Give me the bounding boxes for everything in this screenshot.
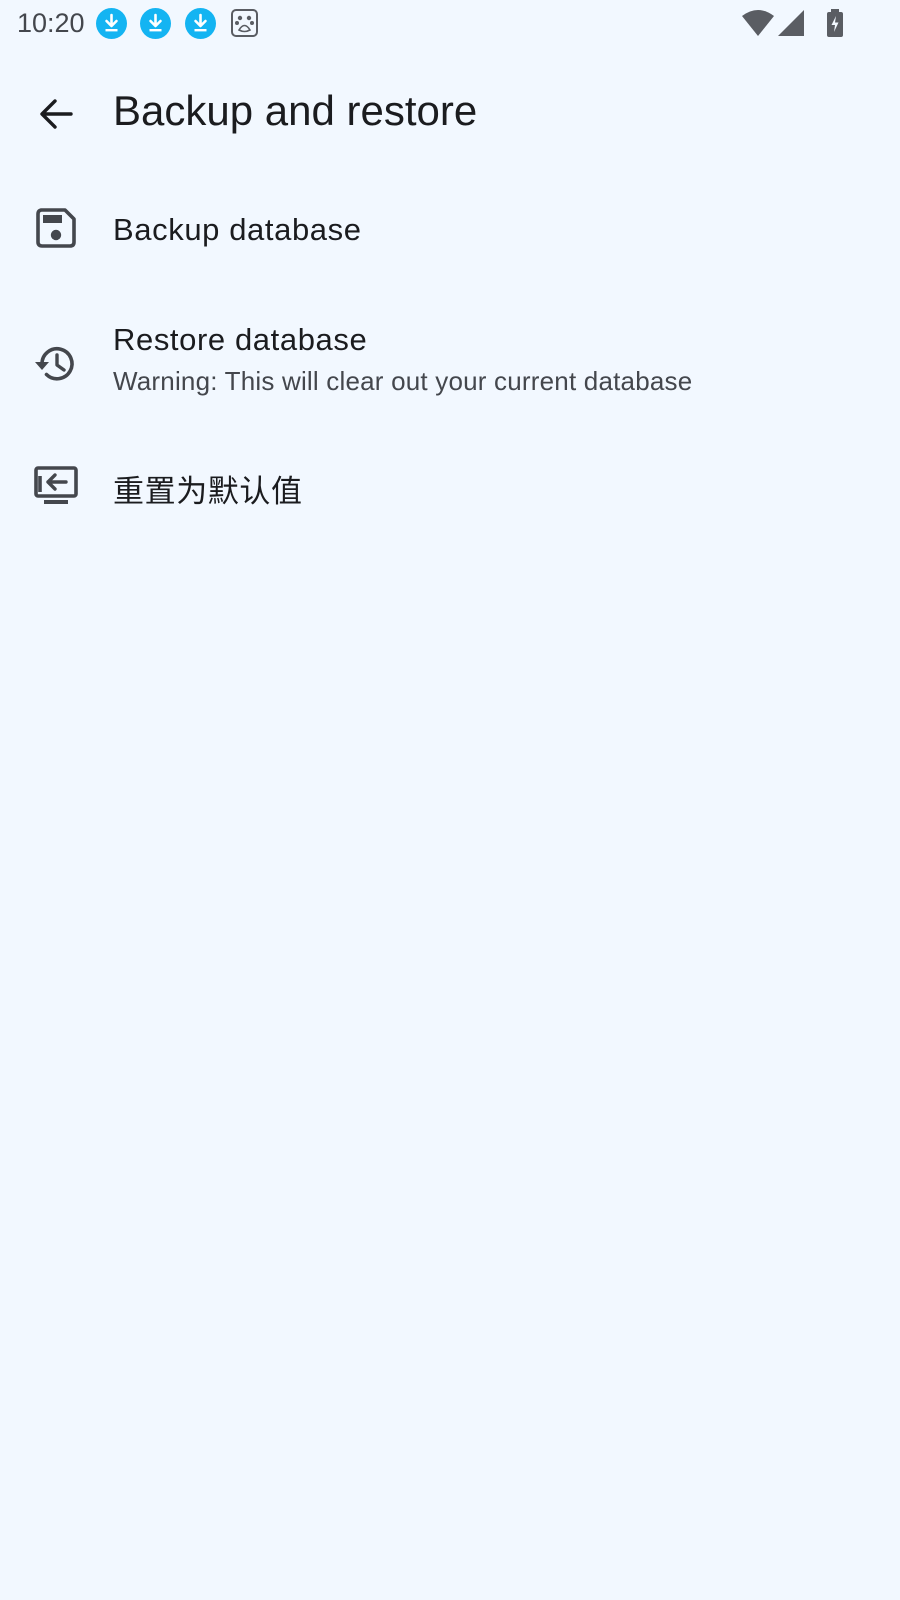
restore-database-item[interactable]: Restore database Warning: This will clea… (0, 300, 900, 424)
page-title: Backup and restore (113, 87, 478, 134)
restore-database-title: Restore database (113, 322, 368, 357)
baidu-icon (231, 9, 258, 37)
arrow-back-icon (40, 99, 73, 129)
reset-defaults-item[interactable]: 重置为默认值 (0, 440, 900, 550)
wifi-icon (742, 10, 774, 36)
battery-charging-icon (827, 9, 843, 37)
download-icon (96, 8, 127, 39)
status-time: 10:20 (17, 8, 85, 38)
history-icon (35, 347, 74, 381)
download-icon (140, 8, 171, 39)
backup-database-item[interactable]: Backup database (0, 180, 900, 284)
screen: 10:20 Backup and restore Backup database… (0, 0, 900, 1600)
reset-defaults-title: 重置为默认值 (113, 474, 303, 509)
reset-screen-icon (34, 466, 78, 504)
back-button[interactable] (28, 86, 84, 142)
backup-database-title: Backup database (113, 212, 362, 247)
toolbar: Backup and restore (0, 62, 900, 162)
restore-database-summary: Warning: This will clear out your curren… (113, 366, 693, 396)
save-icon (36, 208, 76, 248)
download-icon (185, 8, 216, 39)
cell-signal-icon (778, 10, 804, 36)
status-bar: 10:20 (0, 0, 900, 50)
